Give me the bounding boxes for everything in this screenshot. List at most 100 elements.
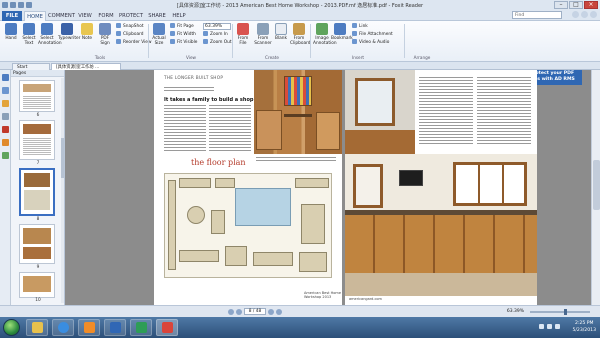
tab-protect[interactable]: PROTECT <box>118 11 144 21</box>
help-icon[interactable] <box>581 11 588 18</box>
tab-view[interactable]: VIEW <box>76 11 94 21</box>
page-thumbnail[interactable] <box>19 272 55 298</box>
shop-cabinet-photo <box>254 70 342 154</box>
zoom-out-button[interactable]: Zoom Out <box>203 39 232 46</box>
actual-size-button[interactable]: Actual Size <box>150 23 168 46</box>
video-audio-button[interactable]: Video & Audio <box>352 39 389 46</box>
window-title: [具体资源]室工作坊 - 2013 American Best Home Wor… <box>176 2 424 9</box>
select-text-button[interactable]: Select Text <box>20 23 38 46</box>
section-title: the floor plan <box>191 158 246 167</box>
parts-bin-rack <box>284 76 312 106</box>
tab-active-document[interactable]: [具体资源]室工作坊 ... <box>51 63 121 70</box>
tab-form[interactable]: FORM <box>96 11 116 21</box>
taskbar-browser[interactable] <box>52 319 74 336</box>
page-thumbnail[interactable] <box>19 224 55 264</box>
from-clipboard-button[interactable]: From Clipboard <box>290 23 311 46</box>
window-controls: – □ × <box>554 1 598 9</box>
byline-text <box>164 86 214 92</box>
comments-icon[interactable] <box>2 100 9 107</box>
taskbar-media[interactable] <box>78 319 100 336</box>
bookmarks-icon[interactable] <box>2 87 9 94</box>
tab-start[interactable]: Start <box>12 63 50 70</box>
page-number-input[interactable]: 8 / 48 <box>244 308 266 315</box>
zoom-slider[interactable] <box>530 309 590 315</box>
base-cabinets <box>345 215 537 273</box>
snapshot-button[interactable]: SnapShot <box>116 23 144 30</box>
document-page-right: americangard.com <box>345 70 537 305</box>
next-page-button[interactable] <box>268 308 274 315</box>
note-button[interactable]: Note <box>78 23 96 41</box>
page-thumbnail-number: 7 <box>36 161 40 166</box>
tab-share[interactable]: SHARE <box>146 11 168 21</box>
first-page-button[interactable] <box>228 308 234 315</box>
pages-panel-scrollbar[interactable] <box>61 78 64 303</box>
fit-width-button[interactable]: Fit Width <box>170 31 196 38</box>
from-file-button[interactable]: From File <box>234 23 252 46</box>
tab-file[interactable]: FILE <box>2 11 22 21</box>
network-icon[interactable] <box>539 324 544 329</box>
typewriter-button[interactable]: Typewriter <box>58 23 80 41</box>
page-thumbnail-number: 9 <box>36 265 40 270</box>
start-button[interactable] <box>3 319 20 336</box>
close-button[interactable]: × <box>584 1 598 9</box>
fit-visible-button[interactable]: Fit Visible <box>170 39 197 46</box>
taskbar-explorer[interactable] <box>26 319 48 336</box>
find-input[interactable]: Find <box>512 11 562 19</box>
hand-button[interactable]: Hand <box>2 23 20 41</box>
reorder-view-button[interactable]: Reorder View <box>116 39 151 46</box>
scanner-icon <box>257 23 269 35</box>
chevron-up-icon[interactable] <box>590 11 597 18</box>
maximize-button[interactable]: □ <box>569 1 583 9</box>
rug-area <box>235 188 291 226</box>
from-scanner-button[interactable]: From Scanner <box>254 23 272 46</box>
attachment-icon[interactable] <box>2 126 9 133</box>
security-icon[interactable] <box>2 139 9 146</box>
zoom-in-button[interactable]: Zoom In <box>203 31 228 38</box>
taskbar-app[interactable] <box>130 319 152 336</box>
layers-icon[interactable] <box>2 113 9 120</box>
document-canvas: Protect your PDF files with AD RMS THE L… <box>65 70 591 305</box>
clipboard-button[interactable]: Clipboard <box>116 31 144 38</box>
taskbar-office[interactable] <box>104 319 126 336</box>
blank-page-icon <box>275 23 287 35</box>
signature-panel-icon[interactable] <box>2 152 9 159</box>
page-thumbnail-number: 6 <box>36 113 40 118</box>
tab-comment[interactable]: COMMENT <box>48 11 75 21</box>
tab-home[interactable]: HOME <box>24 11 46 21</box>
windows-taskbar: 2:25 PM 5/23/2013 <box>0 317 600 338</box>
zoom-percentage[interactable]: 63.39% <box>507 308 524 315</box>
previous-page-button[interactable] <box>236 308 242 315</box>
pages-panel: Pages 6 7 8 9 10 <box>11 70 65 305</box>
folder-icon <box>31 322 43 333</box>
wall-tv <box>399 170 423 186</box>
page-folio: American Best Home Workshop 2013 <box>304 291 341 299</box>
taskbar-foxit-reader[interactable] <box>156 319 178 336</box>
zoom-input[interactable]: 63.39% <box>203 23 231 30</box>
taskbar-clock[interactable]: 2:25 PM 5/23/2013 <box>572 320 596 334</box>
link-button[interactable]: Link <box>352 23 368 30</box>
lathe-bench <box>179 250 219 262</box>
fit-page-button[interactable]: Fit Page <box>170 23 194 30</box>
blank-button[interactable]: Blank <box>272 23 290 41</box>
page-thumbnail[interactable] <box>19 120 55 160</box>
article-headline: It takes a family to build a shop <box>164 97 254 103</box>
pdf-sign-button[interactable]: PDF Sign <box>96 23 114 46</box>
tab-help[interactable]: HELP <box>170 11 188 21</box>
vertical-scrollbar[interactable] <box>591 70 600 305</box>
zoom-slider-thumb[interactable] <box>564 309 567 315</box>
select-annotation-button[interactable]: Select Annotation <box>38 23 62 46</box>
settings-icon[interactable] <box>572 11 579 18</box>
page-thumbnail[interactable] <box>19 80 55 112</box>
volume-icon[interactable] <box>547 324 552 329</box>
actual-size-icon <box>153 23 165 35</box>
pages-panel-icon[interactable] <box>2 74 9 81</box>
bookmark-button[interactable]: Bookmark <box>331 23 353 41</box>
cabinet-run <box>345 130 415 154</box>
outfeed-table <box>253 252 293 266</box>
file-attachment-button[interactable]: File Attachment <box>352 31 393 38</box>
image-annotation-button[interactable]: Image Annotation <box>313 23 337 46</box>
last-page-button[interactable] <box>276 308 282 315</box>
minimize-button[interactable]: – <box>554 1 568 9</box>
flag-icon[interactable] <box>555 324 560 329</box>
page-thumbnail-selected[interactable] <box>19 168 55 216</box>
